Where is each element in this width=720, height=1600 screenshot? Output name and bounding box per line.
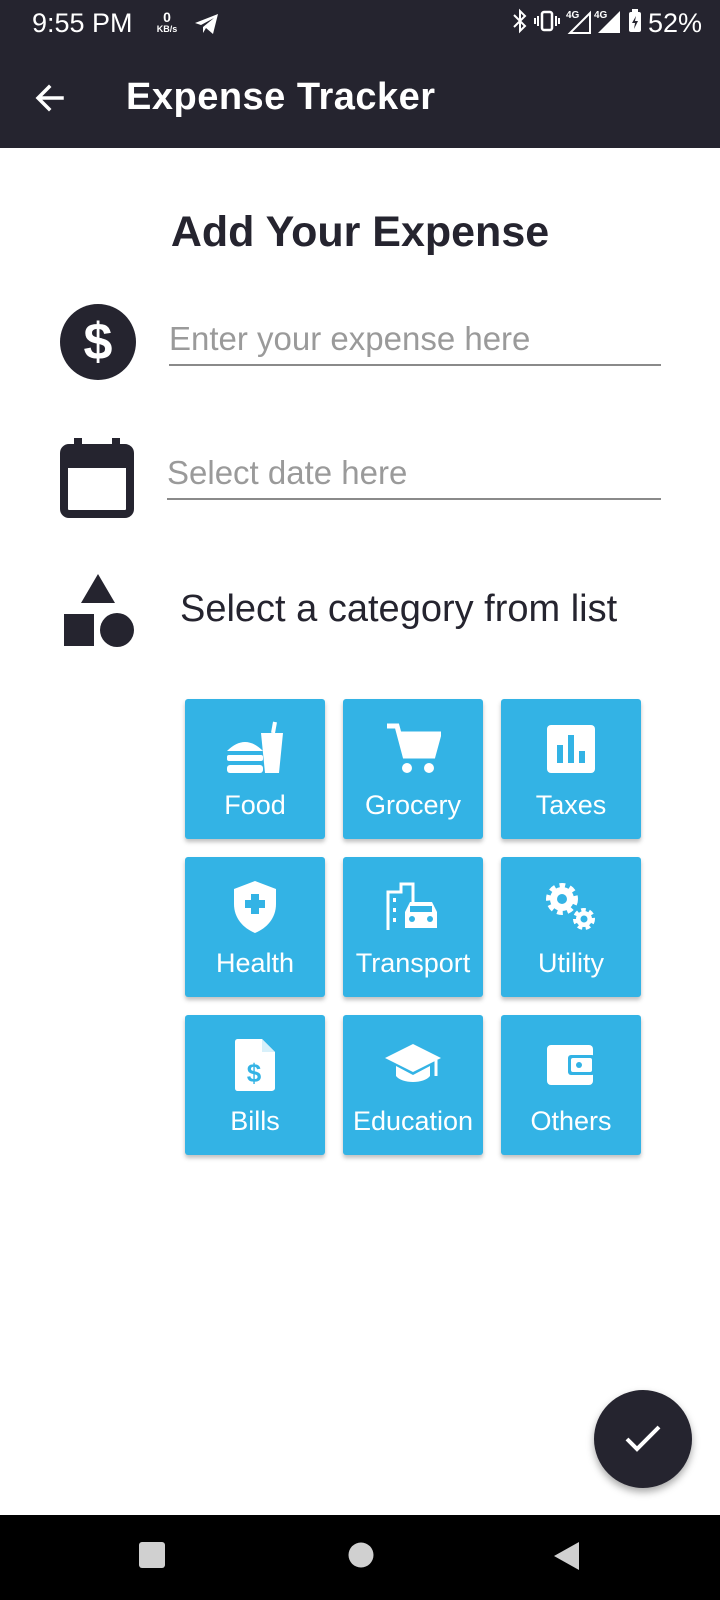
status-time: 9:55 PM (32, 8, 133, 38)
shopping-cart-icon (385, 718, 441, 780)
category-transport[interactable]: Transport (343, 857, 483, 997)
health-shield-icon (233, 876, 277, 938)
svg-text:$: $ (247, 1058, 262, 1088)
arrow-back-icon (35, 84, 64, 112)
category-prompt: Select a category from list (180, 588, 618, 630)
category-taxes[interactable]: Taxes (501, 699, 641, 839)
category-label: Grocery (364, 790, 462, 820)
graduation-cap-icon (384, 1034, 442, 1096)
triangle-back-icon (554, 1542, 579, 1570)
battery-percentage: 52% (647, 8, 702, 38)
category-label: Taxes (535, 790, 607, 820)
category-label: Others (530, 1106, 612, 1136)
category-label: Utility (538, 948, 604, 978)
telegram-icon (194, 12, 220, 41)
app-bar: Expense Tracker (0, 50, 720, 148)
category-health[interactable]: Health (185, 857, 325, 997)
category-label: Transport (355, 948, 471, 978)
category-shapes-icon (62, 572, 136, 653)
category-food[interactable]: Food (185, 699, 325, 839)
network-speed: 0 KB/s (152, 10, 182, 35)
signal-4g-icon: 4G 4G (566, 8, 622, 39)
home-button[interactable] (347, 1541, 375, 1574)
transport-icon (385, 876, 441, 938)
save-expense-button[interactable] (594, 1390, 692, 1488)
fastfood-icon (225, 718, 285, 780)
bar-chart-icon (547, 718, 595, 780)
category-utility[interactable]: Utility (501, 857, 641, 997)
category-label: Bills (230, 1106, 280, 1136)
dollar-icon: $ (60, 304, 136, 385)
check-icon (625, 1425, 661, 1452)
gears-icon (544, 876, 598, 938)
app-title: Expense Tracker (126, 76, 436, 118)
back-nav-button[interactable] (552, 1541, 580, 1576)
category-education[interactable]: Education (343, 1015, 483, 1155)
expense-amount-input[interactable] (169, 320, 661, 366)
category-label: Food (224, 790, 286, 820)
vibrate-icon (533, 10, 560, 37)
status-icons: 4G 4G 52% (512, 8, 702, 39)
category-bills[interactable]: $ Bills (185, 1015, 325, 1155)
square-icon (139, 1542, 165, 1568)
svg-text:$: $ (84, 313, 113, 371)
category-grocery[interactable]: Grocery (343, 699, 483, 839)
category-others[interactable]: Others (501, 1015, 641, 1155)
status-bar: 9:55 PM 0 KB/s 4G 4G 52% (0, 0, 720, 50)
network-speed-value: 0 (163, 9, 171, 25)
category-label: Health (215, 948, 295, 978)
svg-text:4G: 4G (594, 10, 608, 21)
category-label: Education (352, 1106, 474, 1136)
wallet-icon (546, 1034, 596, 1096)
battery-icon (628, 9, 642, 38)
recents-button[interactable] (138, 1541, 166, 1574)
bill-document-icon: $ (234, 1034, 276, 1096)
svg-text:4G: 4G (566, 10, 580, 21)
page-title: Add Your Expense (170, 208, 550, 256)
system-nav-bar (0, 1515, 720, 1600)
circle-icon (348, 1542, 374, 1568)
calendar-icon (60, 436, 134, 523)
bluetooth-icon (512, 8, 528, 39)
back-button[interactable] (28, 76, 72, 120)
category-grid: Food Grocery Taxes Health Transport Util… (185, 699, 641, 1155)
date-input[interactable] (167, 454, 661, 500)
network-speed-unit: KB/s (156, 24, 178, 34)
